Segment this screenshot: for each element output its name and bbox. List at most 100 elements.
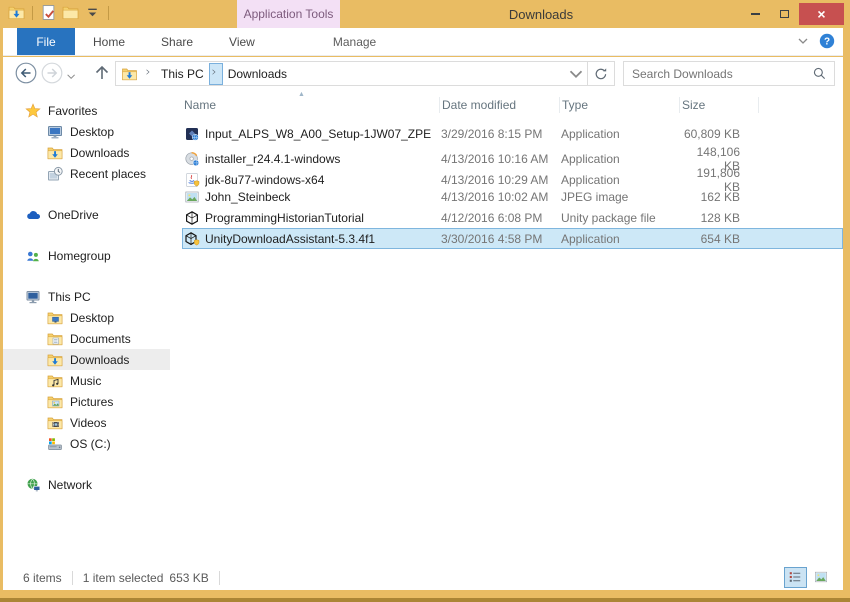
address-history-chevron-icon[interactable] (565, 63, 587, 85)
breadcrumb-this-pc[interactable]: This PC (156, 67, 209, 81)
maximize-button[interactable] (770, 3, 799, 25)
recent-locations-chevron-icon[interactable] (65, 66, 79, 88)
column-header-name[interactable]: Name (182, 97, 440, 113)
minimize-button[interactable] (741, 3, 770, 25)
search-input[interactable] (624, 67, 812, 81)
file-row-programminghistoriantutorial[interactable]: ProgrammingHistorianTutorial4/12/2016 6:… (182, 207, 843, 228)
forward-button[interactable] (41, 62, 63, 84)
sidebar-section-onedrive[interactable]: OneDrive (3, 204, 170, 225)
location-folder-icon (121, 66, 138, 82)
tab-share[interactable]: Share (143, 28, 211, 55)
refresh-icon (593, 66, 609, 82)
items-count: 6 items (23, 571, 62, 585)
sidebar-item-downloads[interactable]: Downloads (3, 349, 170, 370)
navigation-pane: FavoritesDesktopDownloadsRecent placesOn… (3, 90, 170, 566)
file-list-pane: ▲ NameDate modifiedTypeSize Input_ALPS_W… (170, 90, 843, 566)
sidebar-item-recent-places[interactable]: Recent places (3, 163, 170, 184)
sidebar-section-this-pc[interactable]: This PC (3, 286, 170, 307)
tab-view[interactable]: View (211, 28, 273, 55)
file-name: UnityDownloadAssistant-5.3.4f1 (205, 232, 441, 246)
file-row-unitydownloadassistant-5-3-4f1[interactable]: UnityDownloadAssistant-5.3.4f13/30/2016 … (182, 228, 843, 249)
column-header-type[interactable]: Type (560, 97, 680, 113)
file-date: 4/13/2016 10:29 AM (441, 173, 561, 187)
sidebar-section-network[interactable]: Network (3, 474, 170, 495)
file-type: Unity package file (561, 211, 681, 225)
breadcrumb-arrow-icon[interactable] (142, 64, 156, 84)
ribbon-tabs: FileHomeShareView Manage ? (3, 28, 843, 56)
close-button[interactable]: × (799, 3, 844, 25)
folder-documents-icon (47, 331, 63, 347)
setup-icon (184, 126, 200, 142)
back-button[interactable] (15, 62, 37, 84)
desktop-monitor-icon (47, 124, 63, 140)
sidebar-item-videos[interactable]: Videos (3, 412, 170, 433)
sidebar-section-gap (3, 266, 170, 286)
tab-file[interactable]: File (17, 28, 75, 55)
column-header-size[interactable]: Size (680, 97, 759, 113)
sidebar-item-downloads[interactable]: Downloads (3, 142, 170, 163)
window-title: Downloads (340, 0, 742, 28)
file-name: installer_r24.4.1-windows (205, 152, 441, 166)
file-name: ProgrammingHistorianTutorial (205, 211, 441, 225)
folder-videos-icon (47, 415, 63, 431)
tab-manage[interactable]: Manage (315, 28, 394, 55)
sidebar-item-os-c-[interactable]: OS (C:) (3, 433, 170, 454)
network-icon (25, 477, 41, 493)
sidebar-item-desktop[interactable]: Desktop (3, 307, 170, 328)
navigation-toolbar: This PC Downloads (3, 57, 843, 90)
file-name: Input_ALPS_W8_A00_Setup-1JW07_ZPE (205, 127, 441, 141)
sidebar-section-favorites[interactable]: Favorites (3, 100, 170, 121)
divider (108, 6, 109, 20)
file-type: JPEG image (561, 190, 681, 204)
application-tools-badge[interactable]: Application Tools (237, 0, 340, 28)
column-header-date-modified[interactable]: Date modified (440, 97, 560, 113)
title-bar: Application Tools Downloads × (0, 0, 850, 28)
file-row-input-alps-w8-a00-setup-1jw07-zpe[interactable]: Input_ALPS_W8_A00_Setup-1JW07_ZPE3/29/20… (182, 123, 843, 144)
breadcrumb-arrow-icon-highlighted[interactable] (209, 63, 223, 85)
folder-desktop-icon (47, 310, 63, 326)
details-view-icon (788, 570, 804, 586)
sidebar-item-label: Downloads (70, 353, 129, 367)
sidebar-item-desktop[interactable]: Desktop (3, 121, 170, 142)
expand-ribbon-chevron-icon[interactable] (795, 33, 811, 49)
sidebar-item-music[interactable]: Music (3, 370, 170, 391)
unity-icon (184, 210, 200, 226)
sidebar-section-gap (3, 184, 170, 204)
view-switcher (784, 567, 833, 588)
search-icon[interactable] (812, 66, 827, 81)
svg-text:?: ? (824, 37, 830, 48)
address-bar[interactable]: This PC Downloads (115, 61, 615, 86)
file-date: 4/13/2016 10:02 AM (441, 190, 561, 204)
properties-icon[interactable] (40, 4, 57, 21)
thumbnails-view-button[interactable] (810, 567, 833, 588)
sidebar-section-homegroup[interactable]: Homegroup (3, 245, 170, 266)
help-icon[interactable]: ? (819, 33, 835, 49)
this-pc-icon (25, 289, 41, 305)
downloads-folder-icon[interactable] (8, 4, 25, 21)
details-view-button[interactable] (784, 567, 807, 588)
file-row-john-steinbeck[interactable]: John_Steinbeck4/13/2016 10:02 AMJPEG ima… (182, 186, 843, 207)
star-icon (25, 103, 41, 119)
column-headers: ▲ NameDate modifiedTypeSize (182, 92, 843, 118)
sidebar-section-label: Homegroup (48, 249, 111, 263)
file-name: jdk-8u77-windows-x64 (205, 173, 441, 187)
quick-access-toolbar (8, 4, 111, 21)
homegroup-icon (25, 248, 41, 264)
sidebar-item-documents[interactable]: Documents (3, 328, 170, 349)
explorer-window: Application Tools Downloads × FileHomeSh… (0, 0, 850, 602)
sidebar-item-pictures[interactable]: Pictures (3, 391, 170, 412)
file-row-jdk-8u77-windows-x64[interactable]: jdk-8u77-windows-x644/13/2016 10:29 AMAp… (182, 165, 843, 186)
recent-places-icon (47, 166, 63, 182)
selection-count: 1 item selected (83, 571, 164, 585)
sidebar-section-gap (3, 454, 170, 474)
status-bar: 6 items 1 item selected 653 KB (3, 566, 843, 590)
new-folder-icon[interactable] (62, 4, 79, 21)
file-row-installer-r24-4-1-windows[interactable]: installer_r24.4.1-windows4/13/2016 10:16… (182, 144, 843, 165)
sidebar-item-label: Pictures (70, 395, 113, 409)
customize-qat-chevron-icon[interactable] (84, 4, 101, 21)
up-button[interactable] (91, 62, 113, 84)
breadcrumb-downloads[interactable]: Downloads (223, 67, 292, 81)
sidebar-item-label: Videos (70, 416, 106, 430)
refresh-button[interactable] (587, 62, 614, 85)
tab-home[interactable]: Home (75, 28, 143, 55)
